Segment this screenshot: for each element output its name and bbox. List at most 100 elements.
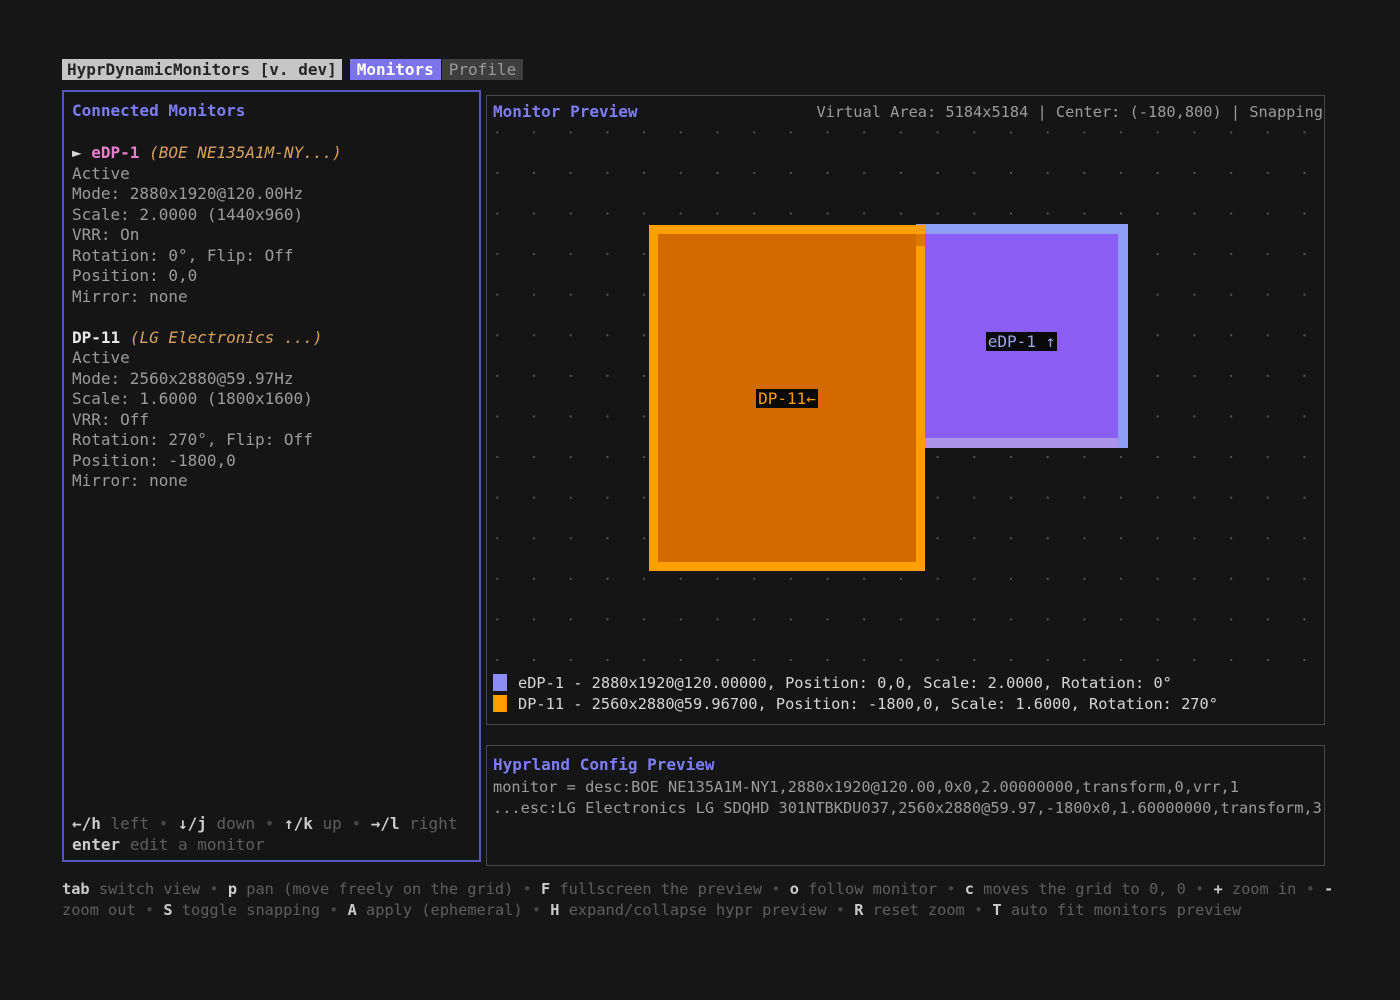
hint-text: right bbox=[409, 814, 457, 833]
preview-legend: eDP-1 - 2880x1920@120.00000, Position: 0… bbox=[493, 672, 1218, 714]
legend-row: DP-11 - 2560x2880@59.96700, Position: -1… bbox=[493, 693, 1218, 714]
hint-key: ←/h bbox=[72, 814, 101, 833]
hyprland-config-panel: Hyprland Config Preview monitor = desc:B… bbox=[486, 745, 1325, 866]
hint-text: down bbox=[217, 814, 256, 833]
hint-key: o bbox=[790, 880, 799, 898]
hint-separator-icon: • bbox=[265, 814, 275, 833]
preview-monitor-dp11[interactable]: DP-11← bbox=[649, 225, 925, 571]
config-line: ...esc:LG Electronics LG SDQHD 301NTBKDU… bbox=[493, 798, 1321, 819]
monitor-list-hints: ←/h left • ↓/j down • ↑/k up • →/l right… bbox=[72, 814, 457, 855]
hint-text: apply (ephemeral) bbox=[366, 901, 523, 919]
monitor-detail: Rotation: 270°, Flip: Off bbox=[72, 430, 473, 451]
monitor-preview-panel: Monitor Preview Virtual Area: 5184x5184 … bbox=[486, 95, 1325, 725]
hint-separator-icon: • bbox=[1306, 880, 1315, 898]
monitor-detail: Position: -1800,0 bbox=[72, 451, 473, 472]
connected-monitors-panel: Connected Monitors ► eDP-1 (BOE NE135A1M… bbox=[62, 90, 481, 862]
hint-text: moves the grid to 0, 0 bbox=[983, 880, 1186, 898]
legend-text: DP-11 - 2560x2880@59.96700, Position: -1… bbox=[518, 695, 1218, 713]
hint-text: left bbox=[111, 814, 150, 833]
monitor-description: (LG Electronics ...) bbox=[130, 328, 323, 347]
monitor-entry-header: ► eDP-1 (BOE NE135A1M-NY...) bbox=[72, 143, 473, 164]
monitor-detail: VRR: Off bbox=[72, 410, 473, 431]
hint-line: enter edit a monitor bbox=[72, 835, 457, 856]
hyprland-config-lines: monitor = desc:BOE NE135A1M-NY1,2880x192… bbox=[493, 777, 1321, 818]
hint-key: tab bbox=[62, 880, 90, 898]
preview-monitor-edp1[interactable]: eDP-1 ↑ bbox=[916, 224, 1128, 448]
monitor-detail: Position: 0,0 bbox=[72, 266, 473, 287]
hint-text: up bbox=[323, 814, 342, 833]
selection-arrow-icon: ► bbox=[72, 143, 91, 162]
hint-key: T bbox=[992, 901, 1001, 919]
legend-text: eDP-1 - 2880x1920@120.00000, Position: 0… bbox=[518, 674, 1172, 692]
hint-text: pan (move freely on the grid) bbox=[246, 880, 513, 898]
tab-bar: HyprDynamicMonitors [v. dev] Monitors Pr… bbox=[62, 59, 523, 80]
hint-key: ↓/j bbox=[178, 814, 207, 833]
monitor-name: DP-11 bbox=[72, 328, 120, 347]
help-line: zoom out • S toggle snapping • A apply (… bbox=[62, 900, 1347, 921]
hint-text: zoom in bbox=[1232, 880, 1296, 898]
tab-monitors[interactable]: Monitors bbox=[350, 59, 441, 80]
monitor-detail: Mirror: none bbox=[72, 471, 473, 492]
hint-separator-icon: • bbox=[145, 901, 154, 919]
monitor-detail: Mirror: none bbox=[72, 287, 473, 308]
legend-color-chip bbox=[493, 674, 507, 691]
help-bar: tab switch view • p pan (move freely on … bbox=[62, 879, 1347, 921]
hint-text: toggle snapping bbox=[182, 901, 320, 919]
virtual-area-status: Virtual Area: 5184x5184 | Center: (-180,… bbox=[816, 103, 1323, 121]
config-line: monitor = desc:BOE NE135A1M-NY1,2880x192… bbox=[493, 777, 1321, 798]
monitor-detail: VRR: On bbox=[72, 225, 473, 246]
hint-text: expand/collapse hypr preview bbox=[569, 901, 827, 919]
monitor-description: (BOE NE135A1M-NY...) bbox=[149, 143, 342, 162]
hint-key: + bbox=[1213, 880, 1222, 898]
hint-key: S bbox=[163, 901, 172, 919]
hyprland-config-title: Hyprland Config Preview bbox=[493, 755, 715, 774]
connected-monitors-title: Connected Monitors bbox=[72, 101, 245, 120]
hint-key: enter bbox=[72, 835, 120, 854]
hint-text: reset zoom bbox=[873, 901, 965, 919]
hint-key: c bbox=[965, 880, 974, 898]
hint-text: zoom out bbox=[62, 901, 136, 919]
hint-line: ←/h left • ↓/j down • ↑/k up • →/l right bbox=[72, 814, 457, 835]
hint-separator-icon: • bbox=[329, 901, 338, 919]
monitor-list: ► eDP-1 (BOE NE135A1M-NY...)ActiveMode: … bbox=[72, 143, 473, 512]
edp1-bottom-edge-strip bbox=[925, 438, 1118, 448]
monitor-status: Active bbox=[72, 348, 473, 369]
hint-text: fullscreen the preview bbox=[559, 880, 762, 898]
monitor-detail: Rotation: 0°, Flip: Off bbox=[72, 246, 473, 267]
hint-separator-icon: • bbox=[946, 880, 955, 898]
monitor-entry-edp-1[interactable]: ► eDP-1 (BOE NE135A1M-NY...)ActiveMode: … bbox=[72, 143, 473, 307]
app-title: HyprDynamicMonitors [v. dev] bbox=[62, 59, 342, 80]
legend-color-chip bbox=[493, 695, 507, 712]
monitor-detail: Mode: 2560x2880@59.97Hz bbox=[72, 369, 473, 390]
tab-profile[interactable]: Profile bbox=[442, 59, 523, 80]
preview-monitor-dp11-label: DP-11← bbox=[756, 389, 818, 408]
hint-separator-icon: • bbox=[523, 880, 532, 898]
monitor-entry-dp-11[interactable]: DP-11 (LG Electronics ...)ActiveMode: 25… bbox=[72, 328, 473, 492]
hint-separator-icon: • bbox=[351, 814, 361, 833]
monitor-status: Active bbox=[72, 164, 473, 185]
hint-key: ↑/k bbox=[284, 814, 313, 833]
monitor-detail: Mode: 2880x1920@120.00Hz bbox=[72, 184, 473, 205]
monitor-detail: Scale: 1.6000 (1800x1600) bbox=[72, 389, 473, 410]
hint-key: - bbox=[1324, 880, 1333, 898]
monitor-name: eDP-1 bbox=[91, 143, 139, 162]
hint-text: switch view bbox=[99, 880, 200, 898]
hint-separator-icon: • bbox=[209, 880, 218, 898]
hint-text: edit a monitor bbox=[130, 835, 265, 854]
hint-separator-icon: • bbox=[1195, 880, 1204, 898]
dp11-corner-notch bbox=[916, 234, 925, 246]
monitor-detail: Scale: 2.0000 (1440x960) bbox=[72, 205, 473, 226]
preview-monitor-edp1-label: eDP-1 ↑ bbox=[986, 332, 1057, 351]
monitor-entry-header: DP-11 (LG Electronics ...) bbox=[72, 328, 473, 349]
legend-row: eDP-1 - 2880x1920@120.00000, Position: 0… bbox=[493, 672, 1218, 693]
hint-separator-icon: • bbox=[159, 814, 169, 833]
hint-separator-icon: • bbox=[771, 880, 780, 898]
hint-key: A bbox=[348, 901, 357, 919]
hint-separator-icon: • bbox=[532, 901, 541, 919]
hint-key: p bbox=[228, 880, 237, 898]
hint-key: →/l bbox=[371, 814, 400, 833]
hint-key: R bbox=[854, 901, 863, 919]
hint-text: auto fit monitors preview bbox=[1011, 901, 1241, 919]
hint-separator-icon: • bbox=[836, 901, 845, 919]
hint-key: F bbox=[541, 880, 550, 898]
